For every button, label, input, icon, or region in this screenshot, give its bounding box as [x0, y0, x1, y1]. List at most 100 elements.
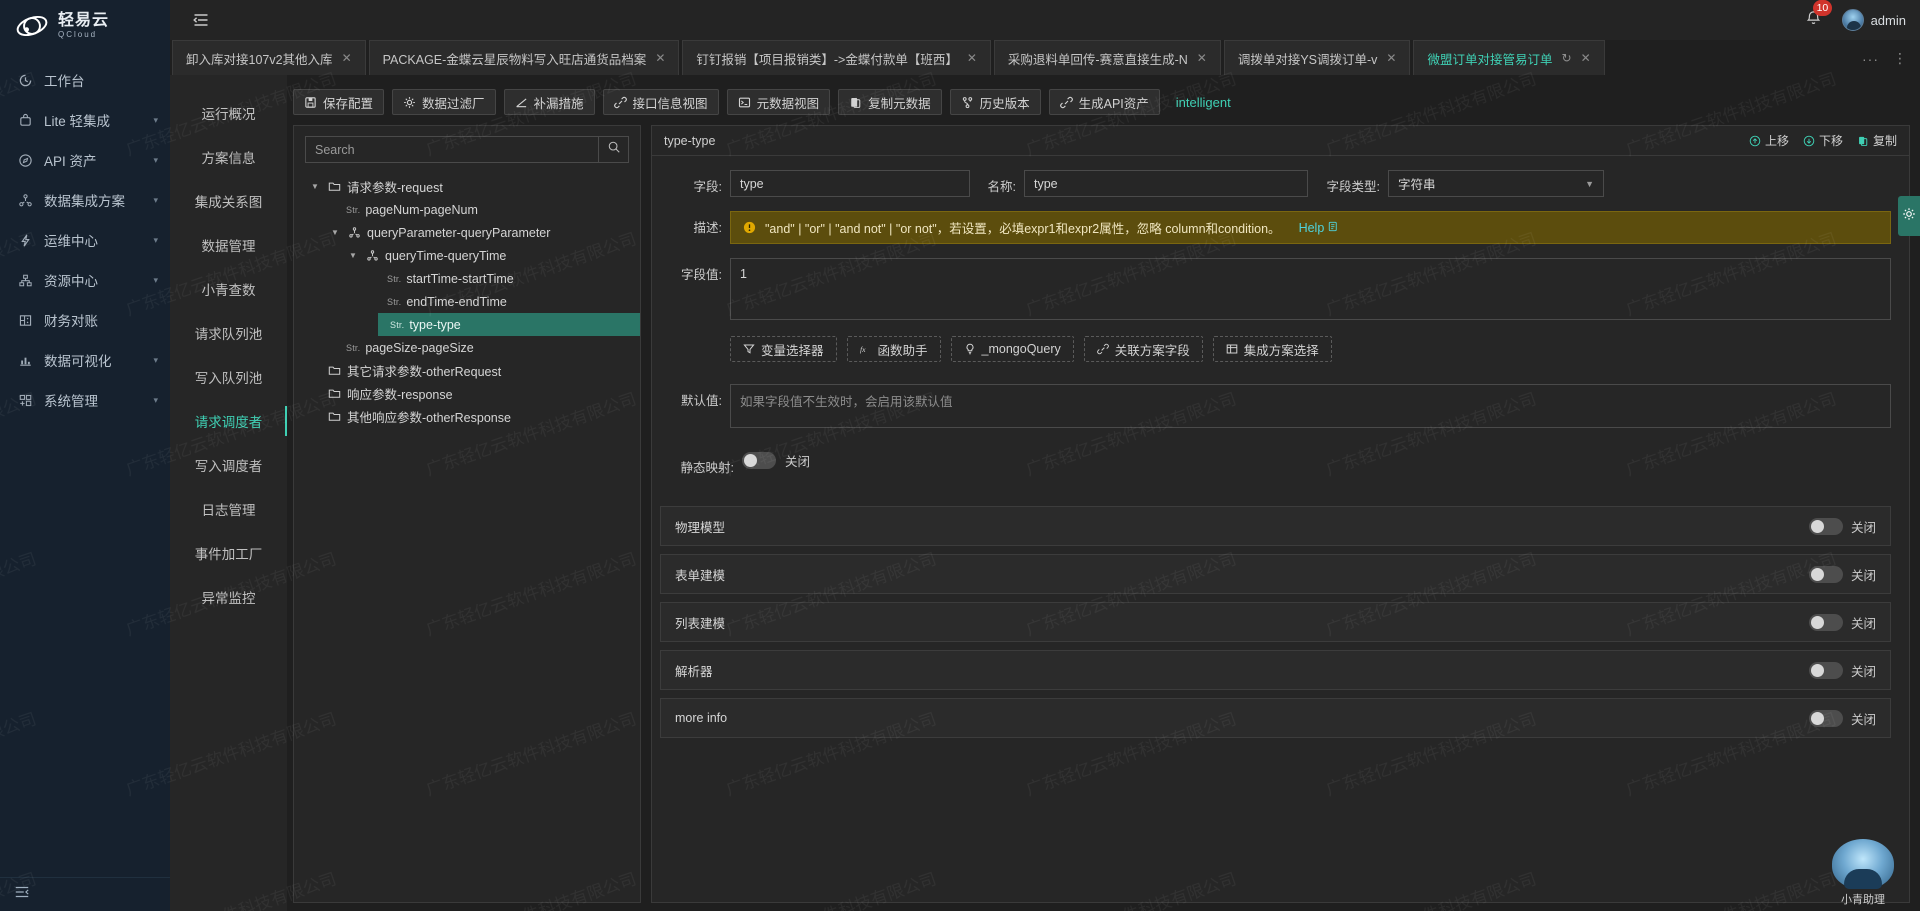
sidebar-item-api-assets[interactable]: API 资产 ▾: [0, 140, 170, 180]
search-input[interactable]: [306, 142, 598, 157]
search-button[interactable]: [598, 137, 628, 162]
tab-item[interactable]: 钉钉报销【项目报销类】->金蝶付款单【班西】 ✕: [682, 40, 991, 75]
save-config-button[interactable]: 保存配置: [293, 89, 385, 115]
data-filter-factory-button[interactable]: 数据过滤厂: [392, 89, 496, 115]
subnav-item-log-management[interactable]: 日志管理: [170, 487, 287, 531]
mongoquery-button[interactable]: _mongoQuery: [950, 336, 1074, 362]
section-toggle[interactable]: [1808, 517, 1843, 535]
subnav-item-write-queue-pool[interactable]: 写入队列池: [170, 355, 287, 399]
settings-drawer-handle[interactable]: [1898, 196, 1920, 236]
subnav-item-data-management[interactable]: 数据管理: [170, 223, 287, 267]
field-value-textarea[interactable]: [730, 258, 1891, 320]
tab-item[interactable]: 卸入库对接107v2其他入库 ✕: [172, 40, 366, 75]
notifications-button[interactable]: 10: [1804, 0, 1833, 31]
tree-node-request[interactable]: ▼ 请求参数-request: [294, 175, 640, 198]
intelligent-link[interactable]: intelligent: [1176, 95, 1231, 110]
metadata-view-button[interactable]: 元数据视图: [726, 89, 831, 115]
move-down-button[interactable]: 下移: [1803, 132, 1843, 149]
tree-node-queryparameter[interactable]: ▼ queryParameter-queryParameter: [294, 221, 640, 244]
section-parser[interactable]: 解析器 关闭: [660, 650, 1891, 690]
variable-selector-button[interactable]: 变量选择器: [730, 336, 837, 362]
brand-logo[interactable]: 轻易云 QCloud: [0, 0, 170, 52]
tree-node-pagesize[interactable]: Str. pageSize-pageSize: [294, 336, 640, 359]
collapse-menu-icon[interactable]: [190, 9, 212, 31]
close-icon[interactable]: ✕: [655, 51, 665, 65]
patch-measures-button[interactable]: 补漏措施: [503, 89, 595, 115]
tree-node-otherrequest[interactable]: 其它请求参数-otherRequest: [294, 359, 640, 382]
section-switch-wrap: 关闭: [1808, 565, 1876, 584]
close-icon[interactable]: ✕: [1581, 51, 1591, 65]
subnav-item-request-scheduler[interactable]: 请求调度者: [170, 399, 287, 443]
function-helper-button[interactable]: fx 函数助手: [846, 336, 941, 362]
copy-field-button[interactable]: 复制: [1857, 132, 1897, 149]
tree-node-otherresponse[interactable]: 其他响应参数-otherResponse: [294, 405, 640, 428]
section-form-model[interactable]: 表单建模 关闭: [660, 554, 1891, 594]
tree-node-type-selected[interactable]: Str. type-type: [378, 313, 640, 336]
chevron-down-icon[interactable]: ▼: [308, 182, 322, 191]
close-icon[interactable]: ✕: [1197, 51, 1207, 65]
sidebar-item-finance[interactable]: 财务对账: [0, 300, 170, 340]
section-toggle[interactable]: [1808, 709, 1843, 727]
section-physical-model[interactable]: 物理模型 关闭: [660, 506, 1891, 546]
subnav-item-xiaoqing-query[interactable]: 小青查数: [170, 267, 287, 311]
related-plan-field-button[interactable]: 关联方案字段: [1083, 336, 1203, 362]
assistant-widget[interactable]: 小青助理: [1820, 839, 1906, 907]
default-value-textarea[interactable]: [730, 384, 1891, 428]
field-type-select[interactable]: 字符串 ▼: [1388, 170, 1604, 197]
move-up-button[interactable]: 上移: [1749, 132, 1789, 149]
sidebar-collapse-footer[interactable]: [0, 877, 170, 911]
tree-node-response[interactable]: 响应参数-response: [294, 382, 640, 405]
tab-item-active[interactable]: 微盟订单对接管易订单 ↻ ✕: [1413, 40, 1605, 75]
subnav-item-run-overview[interactable]: 运行概况: [170, 91, 287, 135]
sidebar-item-data-visualization[interactable]: 数据可视化 ▾: [0, 340, 170, 380]
subnav-item-plan-info[interactable]: 方案信息: [170, 135, 287, 179]
help-link[interactable]: Help: [1299, 221, 1340, 235]
integration-plan-select-button[interactable]: 集成方案选择: [1212, 336, 1332, 362]
tree-node-label: queryTime-queryTime: [385, 248, 507, 263]
tree-node-querytime[interactable]: ▼ queryTime-queryTime: [294, 244, 640, 267]
tree-node-endtime[interactable]: Str. endTime-endTime: [294, 290, 640, 313]
subnav-item-request-queue-pool[interactable]: 请求队列池: [170, 311, 287, 355]
sidebar-item-ops-center[interactable]: 运维中心 ▾: [0, 220, 170, 260]
sidebar-item-resource-center[interactable]: 资源中心 ▾: [0, 260, 170, 300]
chevron-down-icon: ▾: [153, 194, 158, 205]
search-box[interactable]: [305, 136, 629, 163]
tree-node-starttime[interactable]: Str. startTime-startTime: [294, 267, 640, 290]
tab-menu-icon[interactable]: ⋮: [1893, 50, 1908, 67]
tab-item[interactable]: 采购退料单回传-赛意直接生成-N ✕: [993, 40, 1221, 75]
section-title: 表单建模: [675, 568, 726, 583]
reload-icon[interactable]: ↻: [1562, 51, 1572, 65]
subnav-item-relation-graph[interactable]: 集成关系图: [170, 179, 287, 223]
section-toggle[interactable]: [1808, 661, 1843, 679]
close-icon[interactable]: ✕: [342, 51, 352, 65]
copy-metadata-button[interactable]: 复制元数据: [838, 89, 942, 115]
history-version-button[interactable]: 历史版本: [949, 89, 1041, 115]
tab-item[interactable]: 调拨单对接YS调拨订单-v ✕: [1223, 40, 1411, 75]
field-input[interactable]: [730, 170, 970, 197]
close-icon[interactable]: ✕: [967, 51, 977, 65]
section-toggle[interactable]: [1808, 613, 1843, 631]
sidebar-item-lite[interactable]: Lite 轻集成 ▾: [0, 100, 170, 140]
chevron-down-icon[interactable]: ▼: [346, 251, 360, 260]
user-menu[interactable]: admin: [1841, 9, 1906, 31]
subnav-item-event-factory[interactable]: 事件加工厂: [170, 531, 287, 575]
close-icon[interactable]: ✕: [1386, 51, 1396, 65]
subnav-item-write-scheduler[interactable]: 写入调度者: [170, 443, 287, 487]
sidebar-item-data-integration[interactable]: 数据集成方案 ▾: [0, 180, 170, 220]
generate-api-asset-button[interactable]: 生成API资产: [1048, 89, 1160, 115]
sidebar-item-workbench[interactable]: 工作台: [0, 60, 170, 100]
tab-more-icon[interactable]: ···: [1862, 51, 1879, 67]
subnav-item-exception-monitor[interactable]: 异常监控: [170, 575, 287, 619]
tree-node-pagenum[interactable]: Str. pageNum-pageNum: [294, 198, 640, 221]
chevron-down-icon[interactable]: ▼: [328, 228, 342, 237]
section-more-info[interactable]: more info 关闭: [660, 698, 1891, 738]
static-mapping-toggle[interactable]: [742, 452, 776, 469]
section-toggle[interactable]: [1808, 565, 1843, 583]
tab-item[interactable]: PACKAGE-金蝶云星辰物料写入旺店通货品档案 ✕: [368, 40, 680, 75]
name-input[interactable]: [1024, 170, 1308, 197]
section-switch-wrap: 关闭: [1808, 709, 1876, 728]
sidebar-item-system-management[interactable]: 系统管理 ▾: [0, 380, 170, 420]
interface-info-view-button[interactable]: 接口信息视图: [602, 89, 719, 115]
section-list-model[interactable]: 列表建模 关闭: [660, 602, 1891, 642]
description-text: "and" | "or" | "and not" | "or not"，若设置，…: [765, 222, 1281, 236]
